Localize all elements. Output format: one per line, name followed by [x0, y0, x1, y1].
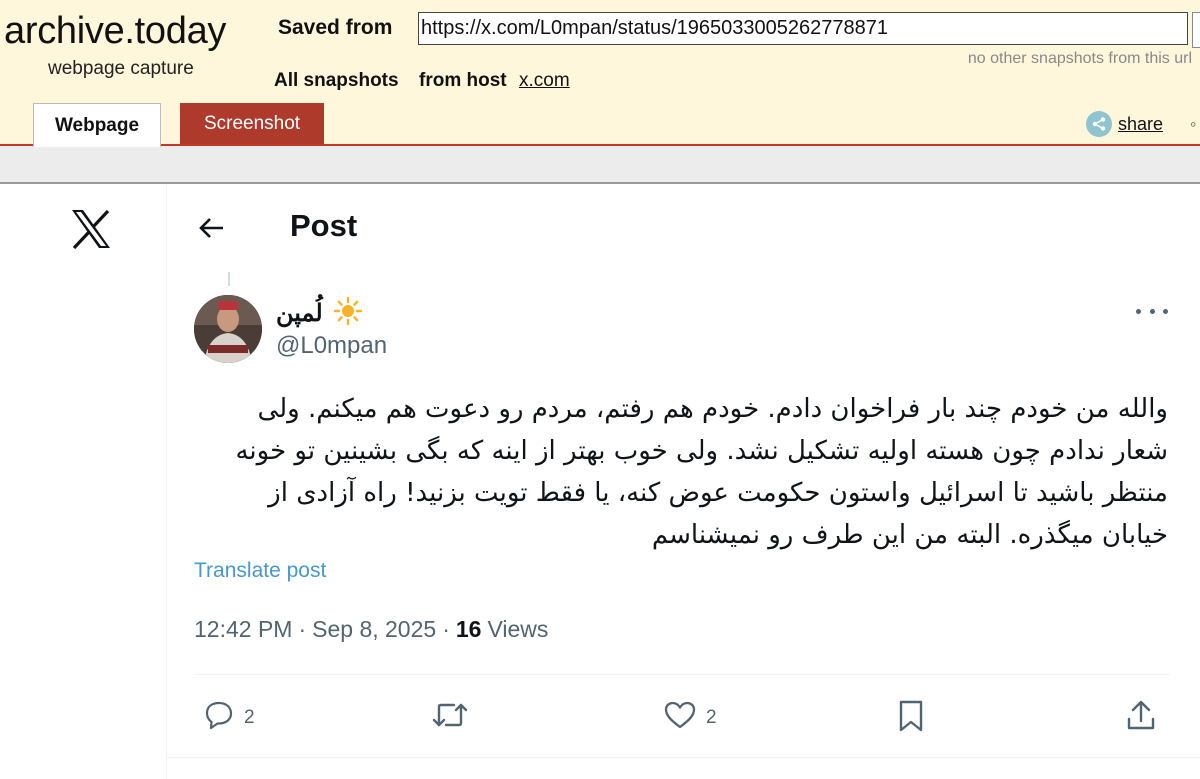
from-host-label: from host: [419, 70, 507, 91]
more-options-icon[interactable]: [1136, 300, 1168, 322]
share-icon: [1086, 111, 1112, 137]
archive-tagline: webpage capture: [48, 58, 194, 79]
tab-webpage[interactable]: Webpage: [33, 103, 161, 147]
upload-share-icon: [1124, 698, 1158, 740]
heart-icon: [662, 698, 698, 738]
display-name: لُمپن: [276, 300, 323, 327]
back-arrow-icon[interactable]: [198, 214, 226, 242]
bookmark-icon: [896, 698, 926, 740]
bottom-divider: [166, 757, 1200, 758]
archive-logo[interactable]: archive.today: [4, 10, 226, 53]
post-date[interactable]: Sep 8, 2025: [312, 616, 436, 643]
bookmark-button[interactable]: [896, 698, 926, 740]
meta-separator-2: ·: [442, 616, 450, 642]
display-name-row[interactable]: لُمپن: [276, 296, 363, 331]
tab-screenshot-label: Screenshot: [203, 113, 301, 134]
like-button[interactable]: 2: [662, 698, 717, 738]
tab-screenshot[interactable]: Screenshot: [180, 103, 324, 145]
no-snapshots-note: no other snapshots from this url: [967, 50, 1192, 67]
saved-from-label: Saved from: [278, 16, 393, 39]
all-snapshots-label: All snapshots: [274, 70, 399, 91]
tab-webpage-label: Webpage: [54, 114, 140, 136]
content-top-border: [0, 146, 1200, 184]
like-count: 2: [706, 707, 717, 728]
x-sidebar: [0, 184, 167, 779]
more-icon[interactable]: ◦: [1190, 114, 1196, 135]
avatar[interactable]: [194, 295, 262, 363]
page-title: Post: [290, 208, 358, 243]
share-post-button[interactable]: [1124, 698, 1158, 740]
share-button[interactable]: share: [1086, 110, 1163, 138]
thread-line: [228, 272, 230, 286]
repost-button[interactable]: [430, 698, 470, 738]
post-meta: 12:42 PM · Sep 8, 2025 · 16 Views: [194, 616, 548, 643]
post-text: والله من خودم چند بار فراخوان دادم. خودم…: [235, 394, 1168, 550]
reply-icon: [202, 698, 236, 738]
sun-emoji-icon: [333, 296, 363, 331]
archive-header: archive.today webpage capture Saved from…: [0, 0, 1200, 147]
share-label: share: [1118, 113, 1164, 134]
post-time[interactable]: 12:42 PM: [194, 616, 292, 643]
repost-icon: [430, 698, 470, 738]
meta-divider: [194, 674, 1170, 675]
host-link[interactable]: x.com: [519, 70, 570, 92]
views-count: 16: [455, 616, 482, 642]
saved-url-input[interactable]: [418, 12, 1188, 45]
reply-button[interactable]: 2: [202, 698, 255, 738]
views-label: Views: [487, 616, 549, 642]
reply-count: 2: [244, 707, 255, 728]
user-handle[interactable]: @L0mpan: [276, 332, 387, 360]
translate-post-link[interactable]: Translate post: [194, 559, 326, 583]
url-box-edge: [1192, 12, 1200, 48]
meta-separator: ·: [298, 616, 307, 642]
x-logo-icon[interactable]: [70, 208, 112, 250]
